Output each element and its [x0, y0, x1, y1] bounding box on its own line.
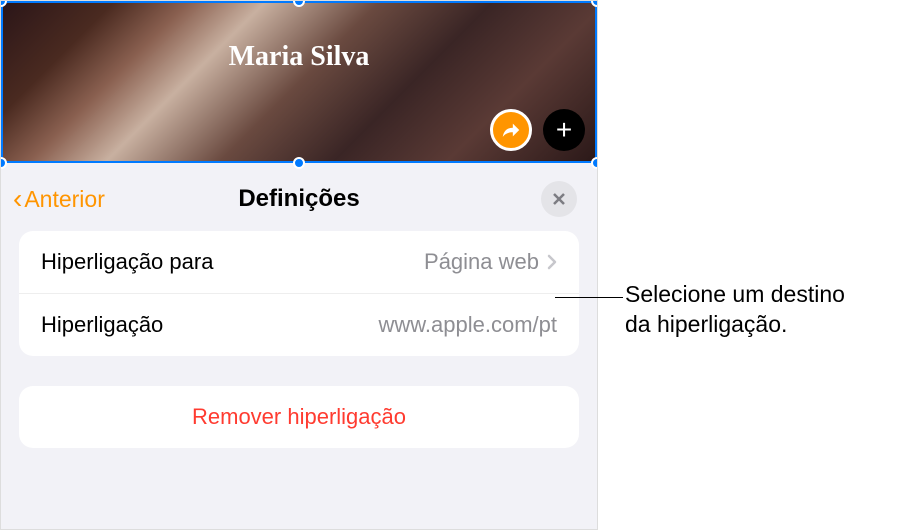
- panel-title: Definições: [238, 185, 359, 213]
- settings-panel: ‹ Anterior Definições Hiperligação para …: [1, 163, 597, 529]
- remove-group: Remover hiperligação: [19, 386, 579, 448]
- link-to-label: Hiperligação para: [41, 249, 213, 275]
- remove-link-button[interactable]: Remover hiperligação: [37, 404, 561, 430]
- callout-line1: Selecione um destino: [625, 281, 845, 307]
- chevron-left-icon: ‹: [13, 185, 22, 213]
- link-to-row[interactable]: Hiperligação para Página web: [19, 231, 579, 293]
- back-label: Anterior: [24, 186, 105, 213]
- chevron-right-icon: [547, 254, 557, 270]
- link-url-row[interactable]: Hiperligação www.apple.com/pt: [19, 293, 579, 356]
- panel-header: ‹ Anterior Definições: [1, 163, 597, 231]
- link-url-label: Hiperligação: [41, 312, 163, 338]
- callout-text: Selecione um destino da hiperligação.: [625, 280, 845, 340]
- callout-leader-line: [555, 297, 623, 298]
- link-to-value-text: Página web: [424, 249, 539, 275]
- close-icon: [551, 191, 567, 207]
- app-window: Maria Silva + ‹ Anterior Definições Hip: [0, 0, 598, 530]
- close-button[interactable]: [541, 181, 577, 217]
- share-arrow-icon: [500, 119, 522, 141]
- selection-border: [1, 1, 3, 163]
- add-button[interactable]: +: [543, 109, 585, 151]
- link-to-value: Página web: [424, 249, 557, 275]
- link-url-value-text: www.apple.com/pt: [378, 312, 557, 338]
- settings-group: Hiperligação para Página web Hiperligaçã…: [19, 231, 579, 356]
- link-url-value: www.apple.com/pt: [378, 312, 557, 338]
- callout-line2: da hiperligação.: [625, 311, 787, 337]
- plus-icon: +: [556, 114, 572, 146]
- header-title: Maria Silva: [229, 41, 370, 73]
- selection-border: [595, 1, 597, 163]
- back-button[interactable]: ‹ Anterior: [13, 185, 105, 213]
- link-action-button[interactable]: [490, 109, 532, 151]
- header-image[interactable]: Maria Silva +: [1, 1, 597, 163]
